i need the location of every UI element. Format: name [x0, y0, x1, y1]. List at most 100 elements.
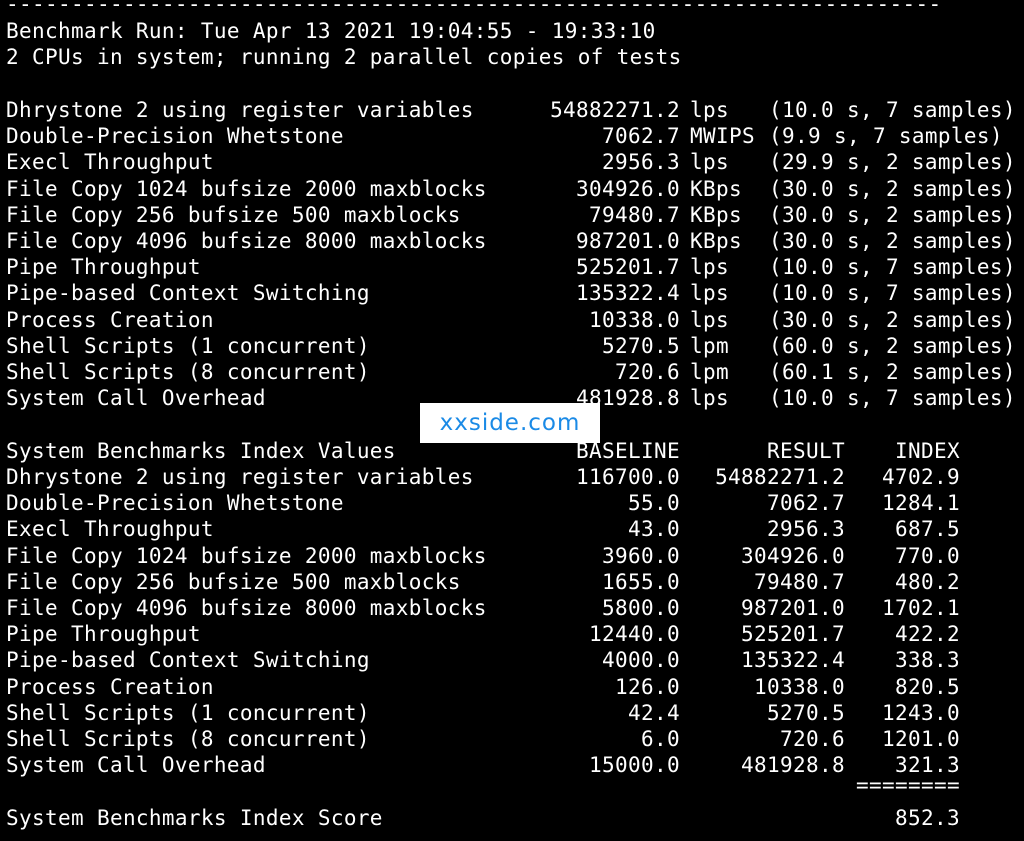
result-name: System Call Overhead	[6, 386, 266, 411]
result-value: 720.6	[615, 360, 680, 384]
index-row-result: 525201.7	[741, 622, 845, 647]
index-row-index: 422.2	[895, 622, 960, 647]
result-value: 2956.3	[602, 150, 680, 175]
result-unit: lps	[690, 386, 729, 411]
index-row-name: Process Creation	[6, 674, 214, 699]
index-row-result: 304926.0	[741, 543, 845, 568]
result-value: 7062.7	[602, 124, 680, 149]
result-detail: (10.0 s, 7 samples)	[769, 386, 1016, 411]
index-rule: ========	[856, 773, 960, 798]
index-row-index: 1702.1	[882, 596, 960, 620]
index-row-name: Pipe Throughput	[6, 622, 201, 647]
index-row-baseline: 5800.0	[602, 596, 680, 620]
result-name: Shell Scripts (1 concurrent)	[6, 333, 370, 358]
result-unit: KBps	[690, 229, 742, 253]
result-detail: (9.9 s, 7 samples)	[769, 124, 1003, 149]
result-name: Pipe Throughput	[6, 255, 201, 280]
result-unit: lps	[690, 98, 729, 122]
index-row-baseline: 3960.0	[602, 543, 680, 568]
index-row-baseline: 6.0	[641, 727, 680, 751]
index-row-baseline: 12440.0	[589, 622, 680, 647]
index-row-name: Pipe-based Context Switching	[6, 648, 370, 673]
result-value: 79480.7	[589, 202, 680, 227]
index-row-result: 54882271.2	[715, 465, 845, 489]
result-detail: (30.0 s, 2 samples)	[769, 176, 1016, 201]
separator-line: ----------------------------------------…	[6, 0, 942, 16]
index-row-index: 1243.0	[882, 700, 960, 725]
benchmark-run-line: Benchmark Run: Tue Apr 13 2021 19:04:55 …	[6, 19, 656, 43]
result-unit: lpm	[690, 333, 729, 358]
index-row-name: Execl Throughput	[6, 517, 214, 542]
index-row-result: 7062.7	[767, 491, 845, 516]
result-detail: (60.1 s, 2 samples)	[769, 360, 1016, 384]
result-header: RESULT	[767, 439, 845, 463]
cpu-info-line: 2 CPUs in system; running 2 parallel cop…	[6, 45, 682, 69]
index-row-baseline: 4000.0	[602, 648, 680, 673]
index-row-name: File Copy 256 bufsize 500 maxblocks	[6, 569, 461, 594]
watermark: xxside.com	[420, 403, 600, 443]
result-value: 135322.4	[576, 281, 680, 306]
index-row-name: Dhrystone 2 using register variables	[6, 465, 474, 489]
index-row-result: 5270.5	[767, 700, 845, 725]
index-row-baseline: 126.0	[615, 674, 680, 699]
index-row-index: 770.0	[895, 543, 960, 568]
result-name: Dhrystone 2 using register variables	[6, 98, 474, 122]
result-value: 5270.5	[602, 333, 680, 358]
result-name: Shell Scripts (8 concurrent)	[6, 360, 370, 384]
index-row-baseline: 55.0	[628, 491, 680, 516]
index-row-result: 135322.4	[741, 648, 845, 673]
index-row-baseline: 42.4	[628, 700, 680, 725]
result-unit: lpm	[690, 360, 729, 384]
index-header: INDEX	[895, 439, 960, 463]
index-row-result: 2956.3	[767, 517, 845, 542]
result-unit: MWIPS	[690, 124, 755, 149]
index-row-index: 4702.9	[882, 465, 960, 489]
result-detail: (29.9 s, 2 samples)	[769, 150, 1016, 175]
index-row-result: 987201.0	[741, 596, 845, 620]
result-name: Execl Throughput	[6, 150, 214, 175]
result-name: File Copy 1024 bufsize 2000 maxblocks	[6, 176, 487, 201]
index-row-result: 79480.7	[754, 569, 845, 594]
index-row-baseline: 15000.0	[589, 753, 680, 778]
index-row-result: 720.6	[780, 727, 845, 751]
terminal-output: ----------------------------------------…	[0, 0, 1024, 841]
result-detail: (30.0 s, 2 samples)	[769, 202, 1016, 227]
result-name: Process Creation	[6, 307, 214, 332]
index-row-baseline: 1655.0	[602, 569, 680, 594]
index-score-label: System Benchmarks Index Score	[6, 805, 383, 830]
index-row-index: 480.2	[895, 569, 960, 594]
index-row-baseline: 116700.0	[576, 465, 680, 489]
index-row-name: Shell Scripts (1 concurrent)	[6, 700, 370, 725]
result-unit: lps	[690, 281, 729, 306]
result-value: 10338.0	[589, 307, 680, 332]
result-value: 304926.0	[576, 176, 680, 201]
index-row-baseline: 43.0	[628, 517, 680, 542]
index-row-name: Double-Precision Whetstone	[6, 491, 344, 516]
result-detail: (30.0 s, 2 samples)	[769, 307, 1016, 332]
index-row-index: 687.5	[895, 517, 960, 542]
result-unit: KBps	[690, 176, 742, 201]
result-detail: (30.0 s, 2 samples)	[769, 229, 1016, 253]
index-row-name: Shell Scripts (8 concurrent)	[6, 727, 370, 751]
index-row-index: 338.3	[895, 648, 960, 673]
index-row-result: 481928.8	[741, 753, 845, 778]
result-value: 54882271.2	[550, 98, 680, 122]
result-name: Double-Precision Whetstone	[6, 124, 344, 149]
result-name: Pipe-based Context Switching	[6, 281, 370, 306]
result-detail: (60.0 s, 2 samples)	[769, 333, 1016, 358]
index-row-index: 1201.0	[882, 727, 960, 751]
result-name: File Copy 256 bufsize 500 maxblocks	[6, 202, 461, 227]
result-unit: lps	[690, 307, 729, 332]
index-table-title: System Benchmarks Index Values	[6, 439, 396, 463]
result-value: 525201.7	[576, 255, 680, 280]
result-unit: lps	[690, 255, 729, 280]
index-row-result: 10338.0	[754, 674, 845, 699]
index-row-name: File Copy 4096 bufsize 8000 maxblocks	[6, 596, 487, 620]
result-detail: (10.0 s, 7 samples)	[769, 98, 1016, 122]
result-detail: (10.0 s, 7 samples)	[769, 281, 1016, 306]
index-row-index: 820.5	[895, 674, 960, 699]
index-row-name: System Call Overhead	[6, 753, 266, 778]
result-unit: lps	[690, 150, 729, 175]
index-score-value: 852.3	[895, 805, 960, 830]
result-name: File Copy 4096 bufsize 8000 maxblocks	[6, 229, 487, 253]
